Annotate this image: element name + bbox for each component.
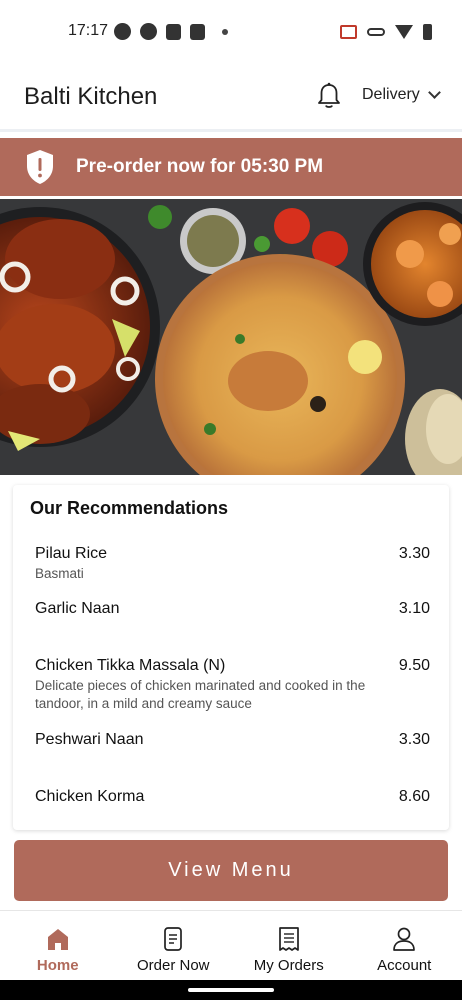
bottom-navigation: Home Order Now My Orders Account [0, 910, 462, 980]
dish-description: Basmati [35, 566, 84, 581]
shield-alert-icon [27, 150, 53, 184]
dish-price: 3.30 [398, 545, 430, 562]
recommendations-title: Our Recommendations [30, 498, 229, 518]
nav-label: Order Now [136, 957, 210, 974]
dish-name: Peshwari Naan [35, 731, 144, 748]
menu-item-garlic-naan[interactable]: Garlic Naan 3.10 [35, 600, 430, 618]
battery-icon [423, 24, 432, 40]
system-icons [340, 24, 432, 40]
nav-label: My Orders [253, 957, 324, 974]
home-icon [47, 929, 68, 950]
home-gesture-handle[interactable] [188, 988, 274, 992]
nav-item-my-orders[interactable]: My Orders [231, 911, 347, 980]
dish-price: 9.50 [398, 657, 430, 674]
android-icon [190, 23, 205, 40]
dish-name: Pilau Rice [35, 545, 108, 562]
recommendations-card: Our Recommendations Pilau Rice 3.30 Basm… [13, 485, 449, 830]
nav-item-account[interactable]: Account [347, 911, 462, 980]
view-menu-button[interactable]: View Menu [14, 840, 448, 901]
preorder-banner: Pre-order now for 05:30 PM [0, 138, 462, 196]
wifi-icon [395, 25, 413, 39]
vpn-key-icon [367, 28, 385, 36]
dish-name: Garlic Naan [35, 600, 120, 617]
delivery-mode-label: Delivery [362, 86, 420, 103]
receipt-icon [278, 927, 299, 951]
preorder-text: Pre-order now for 05:30 PM [76, 156, 324, 177]
notification-icons [114, 23, 228, 40]
dish-name: Chicken Tikka Massala (N) [35, 657, 226, 674]
app-header: Balti Kitchen Delivery [0, 64, 462, 132]
dish-price: 8.60 [398, 788, 430, 805]
dish-name: Chicken Korma [35, 788, 145, 805]
delivery-mode-select[interactable]: Delivery [362, 85, 441, 104]
menu-item-chicken-korma[interactable]: Chicken Korma 8.60 [35, 788, 430, 806]
nav-label: Account [377, 957, 432, 974]
chevron-down-icon [427, 85, 441, 99]
gesture-navigation-bar [0, 980, 462, 1000]
nav-label: Home [36, 957, 79, 974]
more-notifications-dot-icon [222, 28, 228, 35]
android-icon [166, 23, 181, 40]
user-icon [393, 927, 416, 951]
menu-item-chicken-tikka-massala[interactable]: Chicken Tikka Massala (N) 9.50 Delicate … [35, 657, 430, 713]
dish-price: 3.10 [398, 600, 430, 617]
nav-item-home[interactable]: Home [0, 911, 116, 980]
menu-item-peshwari-naan[interactable]: Peshwari Naan 3.30 [35, 731, 430, 749]
hero-food-image [0, 199, 462, 475]
status-bar: 17:17 [0, 0, 462, 64]
app-notification-icon [114, 23, 131, 40]
dish-price: 3.30 [398, 731, 430, 748]
order-icon [164, 927, 183, 951]
nav-item-order-now[interactable]: Order Now [116, 911, 232, 980]
menu-item-pilau-rice[interactable]: Pilau Rice 3.30 Basmati [35, 545, 430, 583]
status-time: 17:17 [68, 22, 109, 39]
restaurant-title: Balti Kitchen [24, 83, 158, 110]
bell-icon[interactable] [316, 82, 342, 110]
dish-description: Delicate pieces of chicken marinated and… [35, 678, 366, 711]
cast-icon [340, 25, 357, 39]
app-notification-icon [140, 23, 157, 40]
